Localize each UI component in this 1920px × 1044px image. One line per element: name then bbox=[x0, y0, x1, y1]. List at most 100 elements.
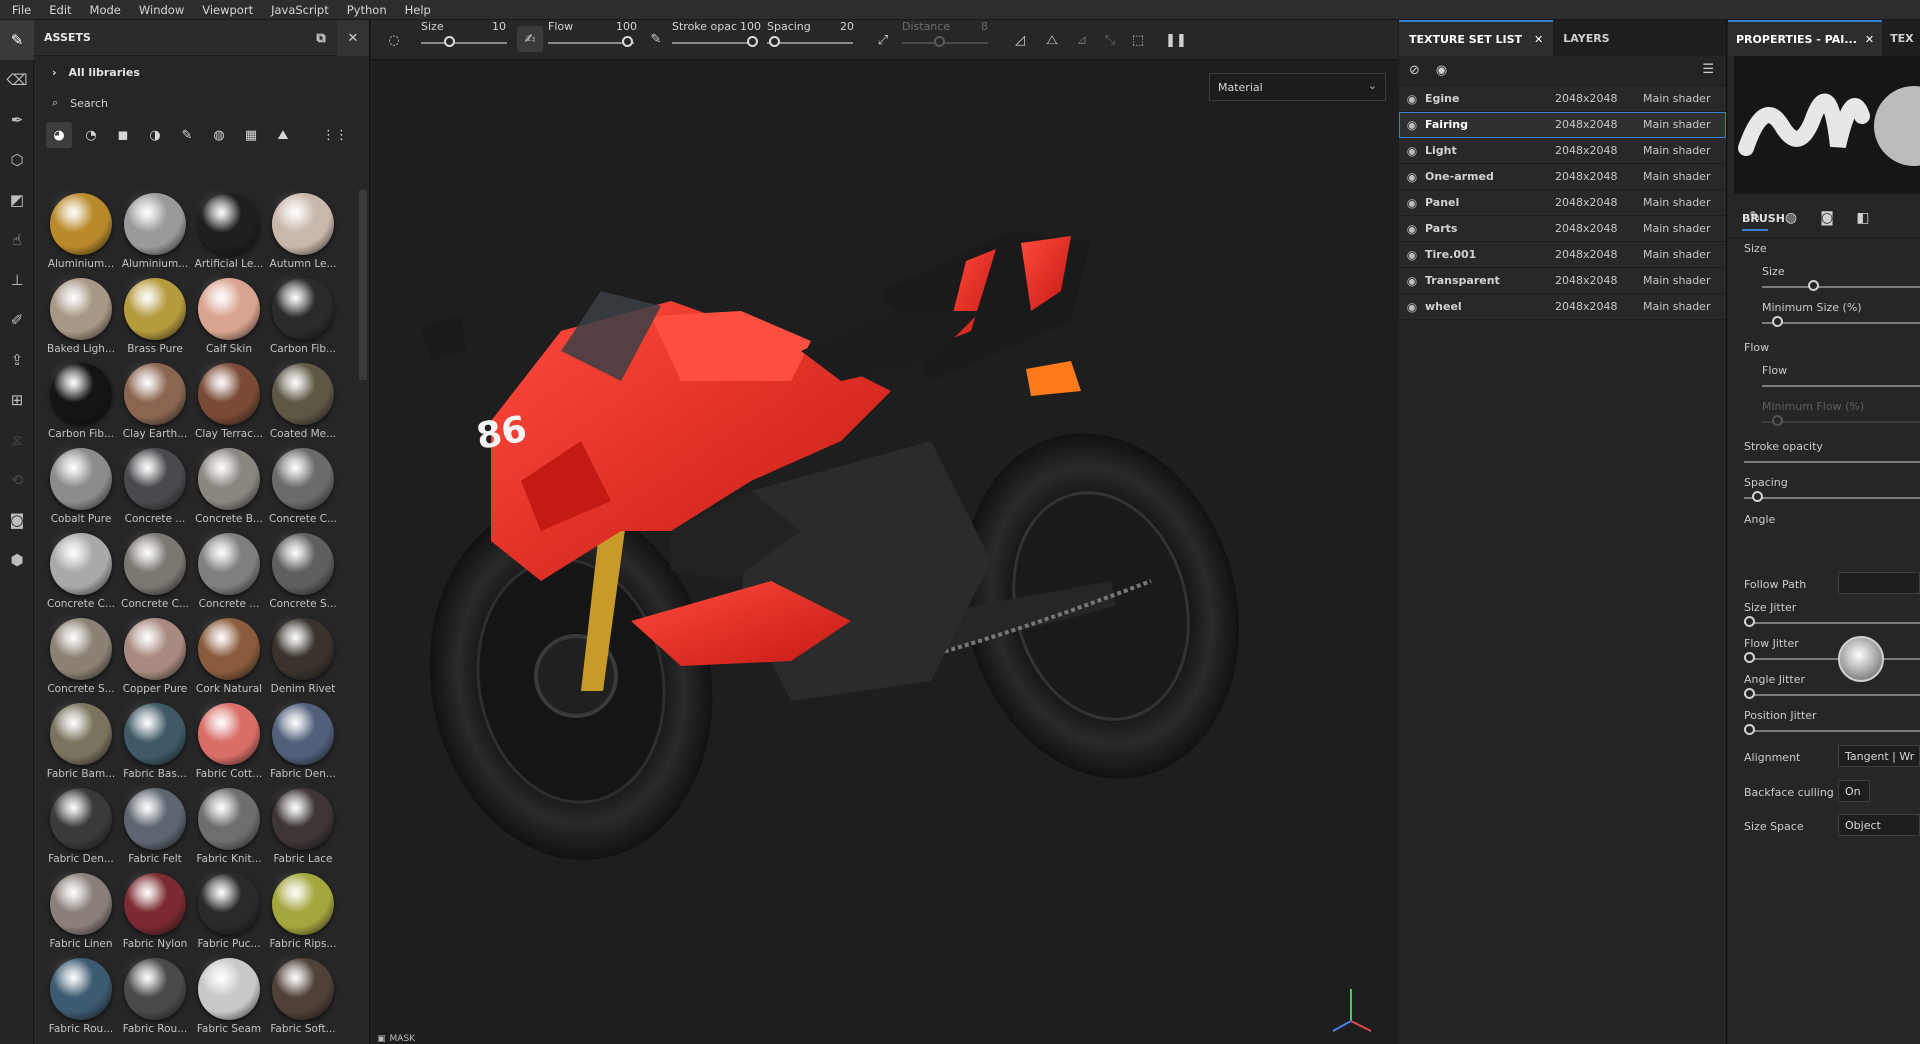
undock-icon[interactable]: ⧉ bbox=[305, 20, 337, 56]
asset-tile[interactable]: Cork Natural bbox=[192, 615, 266, 700]
asset-tile[interactable]: Concrete ... bbox=[192, 530, 266, 615]
flow-jitter-slider-knob[interactable] bbox=[1744, 652, 1755, 663]
asset-tile[interactable]: Fabric Puc... bbox=[192, 870, 266, 955]
eye-icon[interactable]: ◉ bbox=[1399, 118, 1425, 132]
stroke-opacity-slider-track[interactable] bbox=[672, 42, 752, 44]
flow-jitter-slider-track[interactable] bbox=[1744, 658, 1920, 660]
distance-slider-knob[interactable] bbox=[934, 36, 945, 47]
visibility-toggle-icon[interactable]: ⊘ bbox=[1409, 63, 1420, 78]
backface-culling-toggle[interactable]: On bbox=[1838, 780, 1870, 802]
distance-value[interactable]: 8 bbox=[981, 20, 988, 33]
distance-slider-track[interactable] bbox=[902, 42, 988, 44]
assets-scrollbar[interactable] bbox=[359, 190, 367, 380]
asset-tile[interactable]: Copper Pure bbox=[118, 615, 192, 700]
flow-slider-knob[interactable] bbox=[622, 36, 633, 47]
menu-icon[interactable]: ☰ bbox=[1702, 62, 1714, 77]
asset-tile[interactable]: Concrete ... bbox=[118, 445, 192, 530]
tab-layers[interactable]: LAYERS bbox=[1553, 20, 1619, 56]
asset-tile[interactable]: Fabric Seam bbox=[192, 955, 266, 1040]
texture-set-shader[interactable]: Main shader bbox=[1643, 222, 1710, 235]
texture-set-row[interactable]: ◉ Light 2048x2048 Main shader bbox=[1399, 138, 1726, 164]
asset-tile[interactable]: Concrete C... bbox=[118, 530, 192, 615]
close-icon[interactable]: ✕ bbox=[1865, 33, 1874, 46]
asset-tile[interactable]: Cobalt Pure bbox=[44, 445, 118, 530]
eye-icon[interactable]: ◉ bbox=[1399, 222, 1425, 236]
size-value[interactable]: 10 bbox=[492, 20, 506, 33]
asset-tile[interactable]: Concrete S... bbox=[266, 530, 340, 615]
asset-tile[interactable]: Aluminium... bbox=[44, 190, 118, 275]
menu-help[interactable]: Help bbox=[401, 3, 445, 17]
min-size-slider-track[interactable] bbox=[1762, 322, 1920, 324]
asset-tile[interactable]: Fabric Den... bbox=[266, 700, 340, 785]
smart-mask-filter-icon[interactable]: ◑ bbox=[142, 122, 168, 148]
eye-icon[interactable]: ◉ bbox=[1399, 170, 1425, 184]
asset-tile[interactable]: Fabric Lace bbox=[266, 785, 340, 870]
alpha-tab-icon[interactable]: ◙ bbox=[1814, 205, 1840, 231]
stroke-opacity-slider-track[interactable] bbox=[1744, 461, 1920, 463]
texture-set-shader[interactable]: Main shader bbox=[1643, 144, 1710, 157]
grid-view-icon[interactable]: ⋮⋮ bbox=[322, 122, 348, 148]
asset-tile[interactable]: Concrete S... bbox=[44, 615, 118, 700]
brush-filter-icon[interactable]: ✎ bbox=[174, 122, 200, 148]
asset-tile[interactable]: Fabric Soft... bbox=[266, 955, 340, 1040]
eye-icon[interactable]: ◉ bbox=[1399, 144, 1425, 158]
asset-tile[interactable]: Fabric Cott... bbox=[192, 700, 266, 785]
asset-tile[interactable]: Denim Rivet bbox=[266, 615, 340, 700]
asset-tile[interactable]: Fabric Rips... bbox=[266, 870, 340, 955]
smart-material-filter-icon[interactable]: ◔ bbox=[78, 122, 104, 148]
flow-slider-track[interactable] bbox=[1762, 385, 1920, 387]
motorcycle-model[interactable]: 86 bbox=[371, 61, 1398, 1044]
asset-tile[interactable]: Aluminium... bbox=[118, 190, 192, 275]
asset-tile[interactable]: Fabric Rou... bbox=[118, 955, 192, 1040]
transform-icon[interactable]: ⤡ bbox=[1097, 27, 1123, 53]
texture-set-shader[interactable]: Main shader bbox=[1643, 170, 1710, 183]
viewport-mode-select[interactable]: Material ⌄ bbox=[1209, 73, 1386, 101]
viewport-3d[interactable]: 86 Material ⌄ ▣ MASK bbox=[371, 61, 1398, 1044]
eye-icon[interactable]: ◉ bbox=[1399, 196, 1425, 210]
asset-tile[interactable]: Autumn Le... bbox=[266, 190, 340, 275]
size-jitter-slider-knob[interactable] bbox=[1744, 616, 1755, 627]
asset-tile[interactable]: Artificial Le... bbox=[192, 190, 266, 275]
pause-icon[interactable]: ❚❚ bbox=[1163, 27, 1189, 53]
asset-tile[interactable]: Fabric Linen bbox=[44, 870, 118, 955]
geometry-mask-icon[interactable]: ⬡ bbox=[0, 140, 34, 180]
asset-tile[interactable]: Calf Skin bbox=[192, 275, 266, 360]
close-icon[interactable]: ✕ bbox=[1534, 33, 1543, 46]
texture-set-row[interactable]: ◉ Parts 2048x2048 Main shader bbox=[1399, 216, 1726, 242]
position-jitter-slider-knob[interactable] bbox=[1744, 724, 1755, 735]
texture-set-shader[interactable]: Main shader bbox=[1643, 300, 1710, 313]
tab-texture-set-list[interactable]: TEXTURE SET LIST ✕ bbox=[1399, 20, 1554, 56]
menu-window[interactable]: Window bbox=[135, 3, 198, 17]
spacing-slider-knob[interactable] bbox=[1752, 491, 1763, 502]
stroke-opacity-slider-knob[interactable] bbox=[747, 36, 758, 47]
menu-python[interactable]: Python bbox=[343, 3, 401, 17]
size-slider-track[interactable] bbox=[1762, 286, 1920, 288]
asset-tile[interactable]: Fabric Nylon bbox=[118, 870, 192, 955]
environment-filter-icon[interactable]: ⛰ bbox=[270, 122, 296, 148]
alignment-select[interactable]: Tangent | Wr bbox=[1838, 745, 1920, 767]
clone-stamp-icon[interactable]: ⊥ bbox=[0, 260, 34, 300]
export-icon[interactable]: ⊞ bbox=[0, 380, 34, 420]
size-jitter-slider-track[interactable] bbox=[1744, 622, 1920, 624]
eye-icon[interactable]: ◉ bbox=[1399, 300, 1425, 314]
log-icon[interactable]: ⬢ bbox=[0, 540, 34, 580]
asset-tile[interactable]: Brass Pure bbox=[118, 275, 192, 360]
min-size-slider-knob[interactable] bbox=[1772, 316, 1783, 327]
stencil-tab-icon[interactable]: ◧ bbox=[1850, 205, 1876, 231]
asset-tile[interactable]: Clay Terrac... bbox=[192, 360, 266, 445]
angle-jitter-slider-track[interactable] bbox=[1744, 694, 1920, 696]
library-selector[interactable]: › All libraries bbox=[34, 56, 369, 88]
asset-tile[interactable]: Clay Earth... bbox=[118, 360, 192, 445]
texture-set-shader[interactable]: Main shader bbox=[1643, 274, 1710, 287]
mirror-icon[interactable]: ⧍ bbox=[1039, 27, 1065, 53]
texture-set-row[interactable]: ◉ wheel 2048x2048 Main shader bbox=[1399, 294, 1726, 320]
angle-jitter-slider-knob[interactable] bbox=[1744, 688, 1755, 699]
texture-set-shader[interactable]: Main shader bbox=[1643, 118, 1710, 131]
texture-set-row[interactable]: ◉ Egine 2048x2048 Main shader bbox=[1399, 86, 1726, 112]
menu-file[interactable]: File bbox=[8, 3, 45, 17]
texture-set-row[interactable]: ◉ One-armed 2048x2048 Main shader bbox=[1399, 164, 1726, 190]
min-flow-slider-knob[interactable] bbox=[1772, 415, 1783, 426]
menu-edit[interactable]: Edit bbox=[45, 3, 85, 17]
selection-icon[interactable]: ⬚ bbox=[1125, 27, 1151, 53]
asset-tile[interactable]: Fabric Bas... bbox=[118, 700, 192, 785]
